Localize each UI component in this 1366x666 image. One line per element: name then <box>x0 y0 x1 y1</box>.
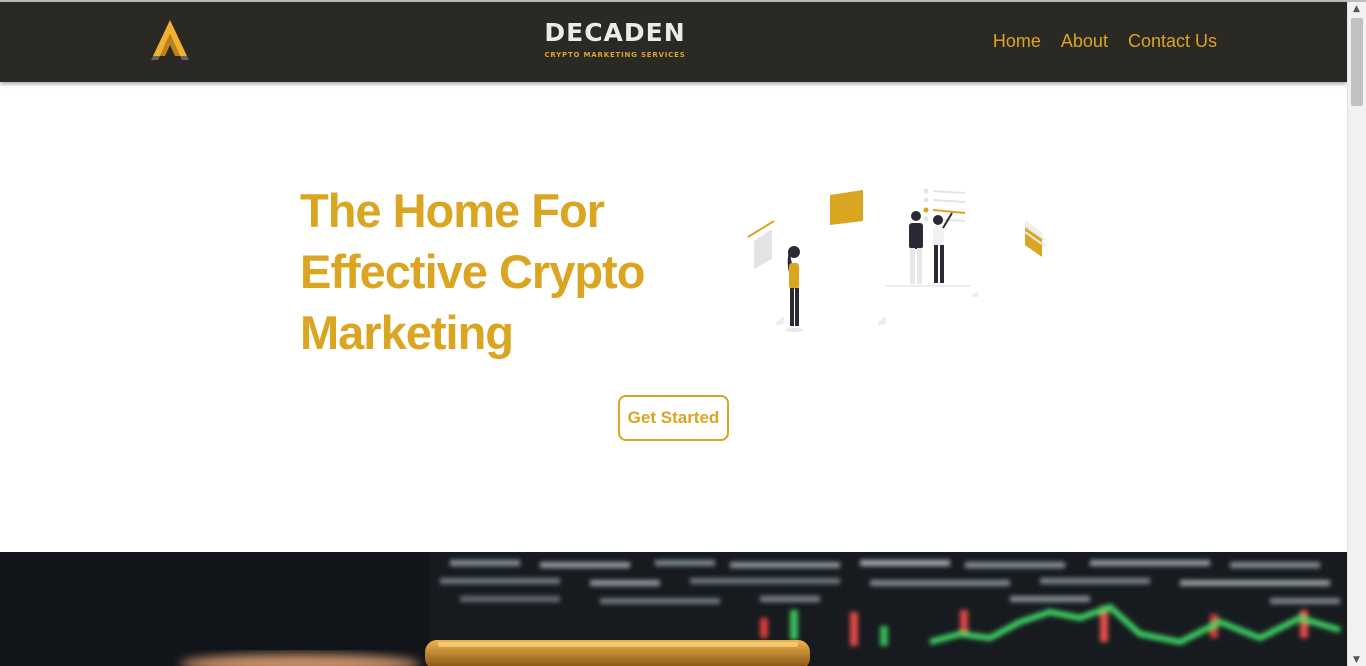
hero-illustration <box>747 188 1046 332</box>
nav-link-home[interactable]: Home <box>993 30 1041 52</box>
hero-title-line: The Home For <box>300 184 605 237</box>
navbar: DECADEN CRYPTO MARKETING SERVICES Home A… <box>0 2 1347 82</box>
main-nav: Home About Contact Us <box>993 30 1217 52</box>
vertical-scrollbar[interactable]: ▲ ▼ <box>1347 2 1366 666</box>
brand-tagline: CRYPTO MARKETING SERVICES <box>544 51 686 59</box>
hero-title: The Home For Effective Crypto Marketing <box>300 180 700 363</box>
scroll-up-arrow-icon[interactable]: ▲ <box>1353 4 1360 14</box>
hero-title-line: Marketing <box>300 306 514 359</box>
crypto-trading-banner-image <box>0 552 1347 666</box>
nav-link-about[interactable]: About <box>1061 30 1108 52</box>
nav-link-contact-us[interactable]: Contact Us <box>1128 30 1217 52</box>
scroll-down-arrow-icon[interactable]: ▼ <box>1353 655 1360 665</box>
brand-name: DECADEN <box>544 18 686 47</box>
brand-wordmark[interactable]: DECADEN CRYPTO MARKETING SERVICES <box>538 18 692 66</box>
scrollbar-thumb[interactable] <box>1351 18 1363 106</box>
brand-logo-icon[interactable] <box>150 18 190 62</box>
get-started-button[interactable]: Get Started <box>618 395 729 441</box>
hero-title-line: Effective Crypto <box>300 245 645 298</box>
